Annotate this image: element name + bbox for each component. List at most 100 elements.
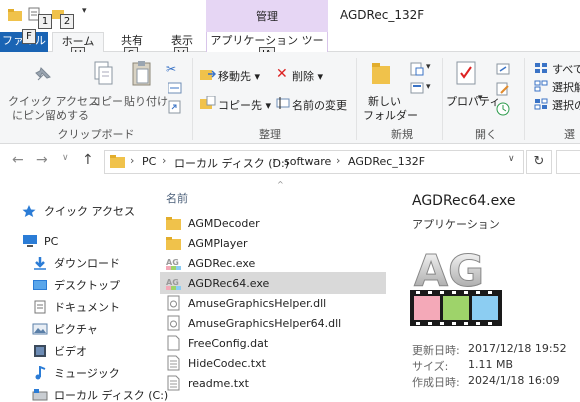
select-group-label: 選 (564, 128, 575, 141)
select-none-icon[interactable] (534, 80, 548, 92)
paste-icon[interactable] (130, 60, 154, 88)
invert-selection-icon[interactable] (534, 98, 548, 110)
up-icon[interactable]: ↑ (82, 152, 94, 168)
cut-icon[interactable]: ✂ (166, 62, 176, 76)
refresh-icon[interactable]: ↻ (526, 150, 552, 174)
download-icon (32, 256, 48, 270)
select-none-button[interactable]: 選択解 (552, 79, 580, 95)
open-icon[interactable] (496, 62, 510, 76)
qa-dropdown-icon[interactable]: ▾ (82, 6, 87, 16)
move-to-icon[interactable] (200, 67, 217, 81)
forward-icon[interactable]: → (36, 152, 48, 168)
nav-item-pictures[interactable]: ピクチャ (32, 318, 98, 340)
delete-icon[interactable]: ✕ (276, 66, 288, 82)
properties-icon[interactable] (455, 60, 477, 86)
breadcrumb-separator[interactable]: › (130, 154, 134, 167)
breadcrumb-separator[interactable]: › (336, 154, 340, 167)
breadcrumb-pc[interactable]: PC (142, 155, 156, 168)
folder-icon (110, 155, 126, 168)
paste-shortcut-icon[interactable] (168, 100, 182, 114)
pin-icon[interactable] (32, 64, 54, 86)
file-name: AGMDecoder (188, 216, 260, 230)
details-file-name: AGDRec64.exe (412, 193, 516, 209)
folder-icon[interactable] (8, 9, 22, 21)
delete-button[interactable]: 削除 ▾ (292, 68, 323, 84)
pc-icon (22, 234, 38, 248)
copy-button[interactable]: コピー (90, 93, 123, 109)
paste-button[interactable]: 貼り付け (124, 93, 168, 109)
file-name: AGDRec64.exe (188, 276, 270, 290)
copy-icon[interactable] (92, 60, 114, 88)
search-input[interactable] (556, 150, 580, 174)
new-item-dropdown-icon[interactable]: ▾ (426, 62, 431, 72)
new-item-icon[interactable] (410, 62, 424, 76)
copy-path-icon[interactable] (167, 82, 182, 94)
text-icon (166, 355, 182, 371)
dll-icon (166, 295, 182, 311)
breadcrumb-separator[interactable]: › (272, 154, 276, 167)
select-all-button[interactable]: すべて (552, 61, 580, 77)
nav-item-documents[interactable]: ドキュメント (32, 296, 120, 318)
file-row[interactable]: AmuseGraphicsHelper64.dll (160, 312, 386, 334)
nav-item-local-disk-c[interactable]: ローカル ディスク (C:) (32, 384, 168, 402)
back-icon[interactable]: ← (12, 152, 24, 168)
nav-item-label: デスクトップ (54, 279, 120, 292)
file-name: HideCodec.txt (188, 356, 266, 370)
nav-item-label: クイック アクセス (44, 205, 135, 218)
pin-label-line2[interactable]: にピン留めする (12, 107, 89, 123)
history-icon[interactable] (496, 102, 510, 116)
tab-share-label: 共有 (121, 34, 143, 47)
file-row[interactable]: AGMPlayer (160, 232, 386, 254)
svg-text:AG: AG (166, 278, 179, 287)
easy-access-dropdown-icon[interactable]: ▾ (426, 82, 431, 92)
select-all-icon[interactable] (534, 62, 548, 74)
copy-to-icon[interactable] (200, 95, 216, 110)
nav-item-videos[interactable]: ビデオ (32, 340, 87, 362)
context-group-label: 管理 (256, 10, 278, 23)
file-row[interactable]: HideCodec.txt (160, 352, 386, 374)
nav-item-music[interactable]: ミュージック (32, 362, 120, 384)
nav-item-quick-access[interactable]: クイック アクセス (22, 200, 135, 222)
move-to-button[interactable]: 移動先 ▾ (218, 68, 260, 84)
details-modified-value: 2017/12/18 19:52 (468, 342, 567, 355)
address-dropdown-icon[interactable]: ∨ (508, 154, 515, 164)
details-size-label: サイズ: (412, 360, 449, 373)
window-title: AGDRec_132F (340, 8, 425, 22)
file-row[interactable]: AGMDecoder (160, 212, 386, 234)
file-row[interactable]: AmuseGraphicsHelper.dll (160, 292, 386, 314)
file-row-selected[interactable]: AG AGDRec64.exe (160, 272, 386, 294)
rename-button[interactable]: 名前の変更 (292, 97, 347, 113)
nav-item-downloads[interactable]: ダウンロード (32, 252, 120, 274)
file-row[interactable]: AG AGDRec.exe (160, 252, 386, 274)
keytip-2: 2 (60, 14, 74, 29)
details-created-label: 作成日時: (412, 376, 460, 389)
new-folder-icon[interactable] (370, 60, 392, 86)
nav-item-label: ドキュメント (54, 301, 120, 314)
edit-icon[interactable] (496, 82, 510, 96)
app-icon: AG (166, 275, 182, 291)
copy-to-button[interactable]: コピー先 ▾ (218, 97, 271, 113)
file-name: FreeConfig.dat (188, 336, 269, 350)
open-group-label: 開く (475, 128, 497, 141)
rename-icon[interactable] (276, 96, 290, 110)
recent-locations-icon[interactable]: ∨ (62, 153, 69, 163)
dll-icon (166, 315, 182, 331)
clipboard-group-label: クリップボード (57, 128, 135, 141)
invert-selection-button[interactable]: 選択の (552, 97, 580, 113)
drive-icon (32, 388, 48, 402)
new-folder-label-line2[interactable]: フォルダー (363, 107, 418, 123)
column-header-name[interactable]: 名前 (166, 190, 188, 206)
properties-button[interactable]: プロパティ (446, 93, 500, 109)
app-icon: AG (166, 255, 182, 271)
nav-item-desktop[interactable]: デスクトップ (32, 274, 120, 296)
nav-item-label: ミュージック (54, 367, 120, 380)
nav-item-label: ビデオ (54, 345, 87, 358)
properties-dropdown-icon[interactable]: ▾ (478, 93, 483, 103)
file-row[interactable]: FreeConfig.dat (160, 332, 386, 354)
breadcrumb-agdrec[interactable]: AGDRec_132F (348, 155, 425, 168)
breadcrumb-software[interactable]: software (284, 155, 331, 168)
easy-access-icon[interactable] (410, 82, 424, 94)
breadcrumb-separator[interactable]: › (162, 154, 166, 167)
nav-item-pc[interactable]: PC (22, 230, 58, 252)
file-row[interactable]: readme.txt (160, 372, 386, 394)
